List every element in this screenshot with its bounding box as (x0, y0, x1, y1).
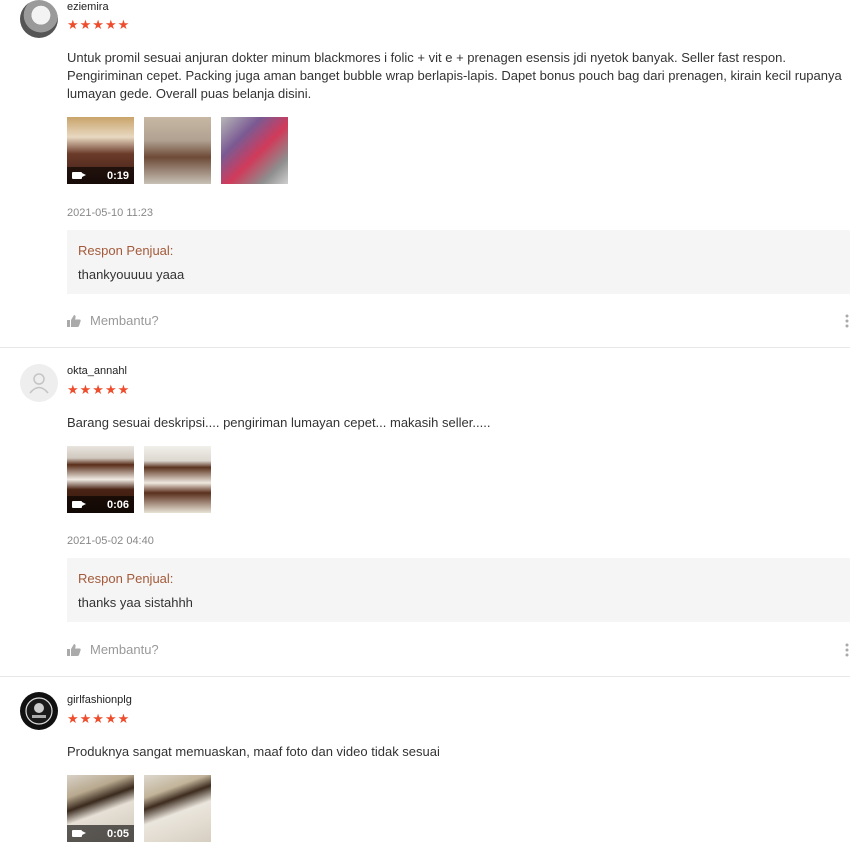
review-comment: Untuk promil sesuai anjuran dokter minum… (67, 50, 842, 101)
camera-icon (72, 830, 86, 837)
user-avatar[interactable] (20, 364, 58, 402)
camera-icon (72, 172, 86, 179)
photo-thumbnail[interactable] (144, 117, 211, 184)
seller-response-label: Respon Penjual: (78, 571, 174, 586)
helpful-button[interactable]: Membantu? (67, 313, 159, 328)
review-date: 2021-05-02 04:40 (67, 535, 154, 547)
helpful-label: Membantu? (90, 642, 159, 657)
thumbs-up-icon (67, 643, 81, 656)
seller-response: Respon Penjual: thanks yaa sistahhh (67, 558, 850, 622)
video-duration-bar: 0:06 (67, 496, 134, 513)
video-thumbnail[interactable]: 0:19 (67, 117, 134, 184)
video-thumbnail[interactable]: 0:05 (67, 775, 134, 842)
username[interactable]: okta_annahl (67, 365, 127, 377)
review-comment: Barang sesuai deskripsi.... pengiriman l… (67, 415, 491, 430)
media-list: 0:19 (67, 117, 288, 184)
more-options-icon[interactable] (844, 314, 850, 328)
video-duration-bar: 0:19 (67, 167, 134, 184)
media-list: 0:05 (67, 775, 211, 842)
review-comment: Produknya sangat memuaskan, maaf foto da… (67, 744, 440, 759)
user-avatar[interactable] (20, 692, 58, 730)
review-divider (0, 347, 850, 348)
photo-thumbnail[interactable] (221, 117, 288, 184)
thumbs-up-icon (67, 314, 81, 327)
rating-stars: ★★★★★ (67, 382, 131, 397)
video-duration-bar: 0:05 (67, 825, 134, 842)
photo-thumbnail[interactable] (144, 446, 211, 513)
seller-response-text: thankyouuuu yaaa (78, 267, 185, 282)
seller-response-text: thanks yaa sistahhh (78, 595, 193, 610)
more-options-icon[interactable] (844, 643, 850, 657)
video-duration: 0:19 (106, 169, 129, 182)
media-list: 0:06 (67, 446, 211, 513)
review-divider (0, 676, 850, 677)
helpful-label: Membantu? (90, 313, 159, 328)
video-thumbnail[interactable]: 0:06 (67, 446, 134, 513)
rating-stars: ★★★★★ (67, 711, 131, 726)
helpful-button[interactable]: Membantu? (67, 642, 159, 657)
video-duration: 0:06 (106, 498, 129, 511)
username[interactable]: eziemira (67, 1, 109, 13)
seller-response-label: Respon Penjual: (78, 243, 174, 258)
rating-stars: ★★★★★ (67, 17, 131, 32)
username[interactable]: girlfashionplg (67, 694, 132, 706)
user-avatar[interactable] (20, 0, 58, 38)
default-avatar-icon (29, 373, 49, 394)
photo-thumbnail[interactable] (144, 775, 211, 842)
video-duration: 0:05 (106, 827, 129, 840)
store-logo-icon (25, 697, 53, 725)
seller-response: Respon Penjual: thankyouuuu yaaa (67, 230, 850, 294)
review-date: 2021-05-10 11:23 (67, 207, 154, 219)
camera-icon (72, 501, 86, 508)
